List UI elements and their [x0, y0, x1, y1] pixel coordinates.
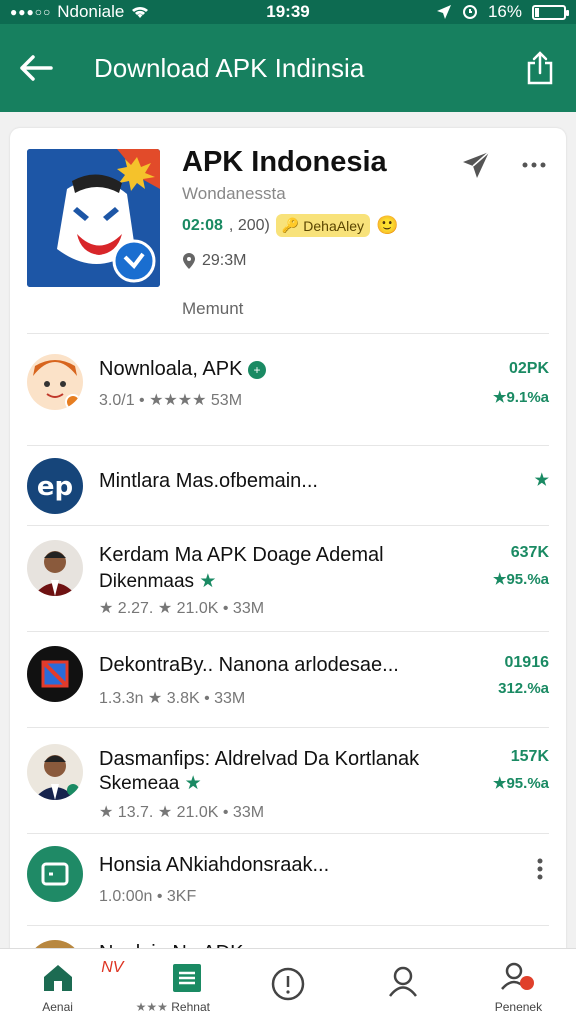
item-meta: 3.0/1 • ★★★★ 53M [99, 392, 243, 409]
avatar: ep [27, 458, 83, 514]
pin-button[interactable] [461, 150, 491, 180]
moment-label: Memunt [182, 299, 244, 318]
back-button[interactable] [16, 48, 56, 88]
avatar [27, 846, 83, 902]
status-bar: ●●●○○ Ndoniale 19:39 16% [0, 0, 576, 24]
nav-info[interactable] [230, 949, 345, 1024]
item-subname: Dikenmaas ★ [99, 570, 216, 593]
list-item[interactable]: DekontraBy.. Nanona arlodesae... 1.3.3n … [27, 632, 549, 728]
item-score: ★95.%a [493, 775, 549, 792]
list-icon [172, 964, 201, 992]
list-item[interactable]: Honsia ANkiahdonsraak... 1.0:00n • 3KF [27, 834, 549, 926]
page-title: Download APK Indinsia [94, 52, 365, 83]
avatar [27, 744, 83, 800]
more-horizontal-icon [522, 162, 546, 168]
category-chip[interactable]: 🔑 DehaAley [275, 214, 370, 237]
nav-list-label-text: Rehnat [171, 1000, 210, 1014]
share-button[interactable] [520, 48, 560, 88]
item-name: Nownloala, APK + [99, 358, 266, 381]
avatar [27, 646, 83, 702]
size-text: 29:3M [202, 252, 247, 269]
app-title: APK Indonesia [182, 146, 387, 178]
developer-name[interactable]: Wondanessta [182, 184, 286, 204]
app-icon[interactable] [27, 149, 160, 287]
item-name: Mintlara Mas.ofbemain... [99, 470, 318, 492]
nav-list-label: ★★★ Rehnat [115, 1000, 230, 1014]
item-subname-text: Skemeaa [99, 773, 180, 794]
item-meta: 1.0:00n • 3KF [99, 888, 197, 905]
stars-icon: ★★★ [135, 1000, 168, 1014]
emoji-badge-icon: 🙂 [375, 215, 399, 235]
item-rank: 157K [510, 748, 549, 765]
nav-home-label: Aenai [42, 1000, 73, 1014]
item-meta: ★ 13.7. ★ 21.0K • 33M [99, 804, 265, 821]
star-icon[interactable]: ★ [535, 470, 549, 490]
item-meta: ★ 2.27. ★ 21.0K • 33M [99, 600, 265, 617]
plane-icon [463, 151, 490, 178]
nav-account[interactable]: Penenek [461, 949, 576, 1024]
svg-text:ep: ep [37, 472, 73, 502]
nav-profile[interactable] [346, 949, 461, 1024]
item-score: 312.%a [498, 680, 549, 697]
bottom-nav: Aenai NV ★★★ Rehnat Penenek [0, 948, 576, 1024]
content-card: APK Indonesia Wondanessta 02:08 , 200) 🔑… [10, 128, 566, 988]
app-bar: Download APK Indinsia [0, 24, 576, 112]
list-item[interactable]: ep Mintlara Mas.ofbemain... ★ [27, 446, 549, 526]
item-rank: 02PK [508, 360, 549, 377]
app-meta: 02:08 , 200) 🔑 DehaAley 🙂 [182, 214, 398, 237]
item-name-text: Nownloala, APK [99, 358, 243, 380]
avatar [27, 540, 83, 596]
status-time: 19:39 [266, 2, 310, 21]
nav-list[interactable]: NV ★★★ Rehnat [101, 949, 230, 1024]
account-badge-icon [501, 962, 535, 990]
item-subname-text: Dikenmaas [99, 571, 195, 592]
app-header: APK Indonesia Wondanessta 02:08 , 200) 🔑… [27, 128, 549, 334]
item-name: Kerdam Ma APK Doage Ademal [99, 544, 384, 566]
item-rank: 637K [510, 544, 549, 561]
nav-account-label: Penenek [494, 1000, 543, 1014]
item-score: ★95.%a [493, 571, 549, 588]
version-text: 02:08 [182, 216, 223, 234]
item-score: ★9.1%a [493, 389, 549, 406]
item-subname: Skemeaa ★ [99, 772, 202, 795]
list-item[interactable]: Kerdam Ma APK Doage Ademal Dikenmaas ★ ★… [27, 526, 549, 632]
item-name: Honsia ANkiahdonsraak... [99, 854, 330, 876]
chip-label: DehaAley [303, 217, 364, 234]
star-icon: ★ [199, 571, 217, 592]
list-item[interactable]: Dasmanfips: Aldrelvad Da Kortlanak Skeme… [27, 728, 549, 834]
avatar [27, 354, 83, 410]
item-name: DekontraBy.. Nanona arlodesae... [99, 654, 399, 676]
verified-icon: + [247, 360, 266, 379]
item-name: Dasmanfips: Aldrelvad Da Kortlanak [99, 748, 420, 770]
info-circle-icon [271, 967, 305, 1001]
arrow-left-icon [20, 55, 53, 81]
more-vertical-icon [537, 858, 543, 880]
user-icon [389, 966, 418, 997]
more-options-button[interactable] [519, 150, 549, 180]
chip-icon: 🔑 [281, 217, 300, 233]
item-meta: 1.3.3n ★ 3.8K • 33M [99, 690, 246, 707]
more-vertical-button[interactable] [537, 858, 543, 885]
app-size: 29:3M [182, 252, 246, 270]
item-rank: 01916 [504, 654, 550, 671]
battery-icon [532, 4, 569, 20]
location-pin-icon [183, 253, 195, 269]
install-count: , 200) [228, 216, 270, 234]
star-icon: ★ [184, 773, 202, 794]
list-item[interactable]: Nownloala, APK + 3.0/1 • ★★★★ 53M 02PK ★… [27, 334, 549, 446]
nav-home[interactable]: Aenai [0, 949, 115, 1024]
share-icon [527, 51, 553, 85]
home-icon [43, 965, 72, 991]
nav-badge: NV [101, 959, 124, 976]
